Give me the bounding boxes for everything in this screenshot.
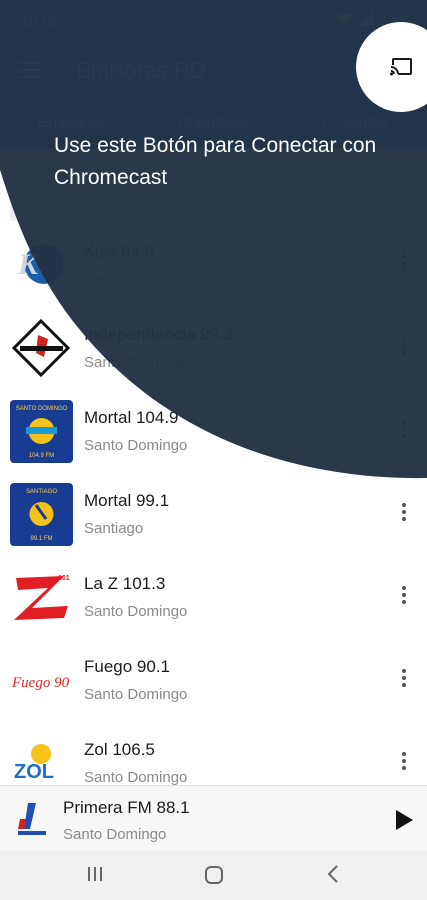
- more-vert-icon[interactable]: [401, 254, 407, 274]
- more-vert-icon[interactable]: [401, 503, 407, 523]
- status-time: 10:05: [20, 13, 61, 30]
- tab-emisoras[interactable]: Emisoras: [0, 100, 142, 148]
- app-title: Emisoras RD: [76, 58, 206, 83]
- more-vert-icon[interactable]: [401, 586, 407, 606]
- play-icon[interactable]: [393, 808, 415, 832]
- list-item[interactable]: 101 La Z 101.3 Santo Domingo: [0, 556, 427, 639]
- svg-text:K: K: [17, 248, 40, 281]
- station-name: Kiss 94.9: [84, 242, 154, 261]
- app-screen: 10:05 33% Emisoras RD Emisoras Populares…: [0, 0, 427, 900]
- station-name: Independencia 99.3: [84, 325, 234, 344]
- station-list: K Kiss 94.9 Santo Domingo Independencia …: [0, 148, 427, 805]
- station-logo-fuego: Fuego 90: [10, 649, 73, 712]
- station-name: La Z 101.3: [84, 574, 166, 593]
- station-city: Santiago: [84, 520, 144, 537]
- station-city: Santo Domingo: [84, 354, 188, 371]
- now-playing-city: Santo Domingo: [63, 826, 167, 843]
- station-logo-mortal-1049: SANTO DOMINGO 104.9 FM: [10, 400, 73, 463]
- now-playing-logo: [14, 799, 50, 839]
- station-name: Fuego 90.1: [84, 657, 171, 676]
- tab-bar: Emisoras Populares Favoritos: [0, 100, 427, 148]
- station-city: Santo Domingo: [84, 769, 188, 786]
- station-city: Santo Domingo: [84, 437, 188, 454]
- home-icon[interactable]: [204, 865, 224, 890]
- station-name: Mortal 104.9: [84, 408, 179, 427]
- list-item[interactable]: SANTIAGO 99.1 FM Mortal 99.1 Santiago: [0, 473, 427, 556]
- now-playing-bar[interactable]: Primera FM 88.1 Santo Domingo: [0, 785, 427, 851]
- status-bar: 10:05 33%: [0, 0, 427, 44]
- station-logo: [10, 158, 73, 221]
- station-logo-mortal-991: SANTIAGO 99.1 FM: [10, 483, 73, 546]
- list-item[interactable]: [0, 148, 427, 224]
- more-vert-icon[interactable]: [401, 420, 407, 440]
- station-city: Santo Domingo: [84, 603, 188, 620]
- logo-freq-text: 99.1 FM: [30, 536, 52, 542]
- logo-zol-text: ZOL: [14, 761, 54, 783]
- logo-freq-text: 104.9 FM: [29, 453, 54, 459]
- list-item[interactable]: Independencia 99.3 Santo Domingo: [0, 307, 427, 390]
- list-item[interactable]: SANTO DOMINGO 104.9 FM Mortal 104.9 Sant…: [0, 390, 427, 473]
- system-nav-bar: [0, 851, 427, 900]
- station-city: Santo Domingo: [84, 686, 188, 703]
- menu-icon[interactable]: [18, 62, 40, 80]
- station-city: Santo Domingo: [84, 271, 188, 288]
- logo-fuego-text: Fuego 90: [11, 675, 70, 691]
- signal-icon: [358, 12, 373, 30]
- cast-icon: [390, 58, 412, 81]
- station-logo-laz: 101: [10, 566, 73, 629]
- logo-number-text: 101: [58, 575, 70, 582]
- logo-header-text: SANTO DOMINGO: [16, 406, 68, 412]
- now-playing-name: Primera FM 88.1: [63, 798, 190, 817]
- station-name: Mortal 99.1: [84, 491, 170, 510]
- more-vert-icon[interactable]: [401, 337, 407, 357]
- more-vert-icon[interactable]: [401, 669, 407, 689]
- list-item[interactable]: K Kiss 94.9 Santo Domingo: [0, 224, 427, 307]
- recent-apps-icon[interactable]: [86, 865, 104, 888]
- back-icon[interactable]: [326, 865, 340, 888]
- list-item[interactable]: Fuego 90 Fuego 90.1 Santo Domingo: [0, 639, 427, 722]
- more-vert-icon[interactable]: [401, 752, 407, 772]
- logo-header-text: SANTIAGO: [26, 489, 57, 495]
- tab-populares[interactable]: Populares: [142, 100, 284, 148]
- station-logo-kiss: K: [10, 234, 73, 297]
- wifi-icon: [336, 12, 353, 30]
- station-name: Zol 106.5: [84, 740, 155, 759]
- station-logo-independencia: [10, 317, 73, 380]
